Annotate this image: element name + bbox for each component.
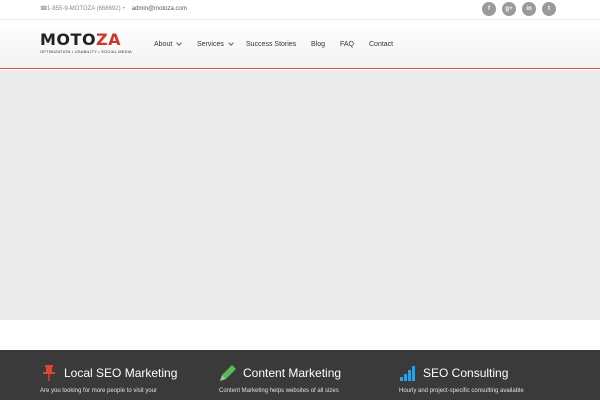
features-strip: Local SEO Marketing Are you looking for …: [0, 350, 600, 400]
linkedin-icon[interactable]: in: [522, 2, 536, 16]
feature-desc: Are you looking for more people to visit…: [40, 388, 158, 394]
feature-seo-consulting[interactable]: SEO Consulting Hourly and project-specif…: [399, 364, 524, 400]
logo-wordmark: MOTOZA: [40, 30, 122, 49]
nav-item-blog[interactable]: Blog: [311, 41, 325, 48]
contact-info: ☎ 1-855-9-MOTOZA (668692) • admin@motoza…: [40, 5, 187, 13]
nav-item-faq[interactable]: FAQ: [340, 41, 354, 48]
facebook-icon[interactable]: f: [482, 2, 496, 16]
social-links: f g+ in t: [482, 2, 556, 16]
feature-title: Local SEO Marketing: [64, 366, 178, 380]
feature-desc: Content Marketing helps websites of all …: [219, 388, 339, 394]
nav-item-success-stories[interactable]: Success Stories: [246, 41, 296, 48]
chevron-down-icon: [176, 40, 183, 46]
phone-icon: ☎: [40, 6, 48, 12]
hero-banner: [0, 70, 600, 320]
nav-item-contact[interactable]: Contact: [369, 41, 393, 48]
site-logo[interactable]: MOTOZA OPTIMIZATION • USABILITY • SOCIAL…: [40, 30, 140, 55]
feature-content-marketing[interactable]: Content Marketing Content Marketing help…: [219, 364, 341, 400]
site-header: MOTOZA OPTIMIZATION • USABILITY • SOCIAL…: [0, 19, 600, 69]
feature-local-seo[interactable]: Local SEO Marketing Are you looking for …: [40, 364, 177, 400]
pushpin-icon: [43, 365, 55, 381]
phone-number[interactable]: 1-855-9-MOTOZA (668692): [47, 6, 121, 12]
logo-tagline: OPTIMIZATION • USABILITY • SOCIAL MEDIA: [40, 49, 132, 54]
feature-title: SEO Consulting: [423, 366, 509, 380]
bar-chart-icon: [400, 366, 415, 381]
twitter-icon[interactable]: t: [542, 2, 556, 16]
chevron-down-icon: [228, 40, 234, 46]
nav-item-about[interactable]: About: [154, 40, 183, 48]
feature-desc: Hourly and project-specific consulting a…: [399, 388, 524, 394]
feature-title: Content Marketing: [243, 366, 342, 380]
google-plus-icon[interactable]: g+: [502, 2, 516, 16]
nav-item-services[interactable]: Services: [197, 40, 234, 48]
pencil-icon: [220, 365, 236, 381]
email-link[interactable]: admin@motoza.com: [132, 6, 187, 12]
top-bar: ☎ 1-855-9-MOTOZA (668692) • admin@motoza…: [0, 0, 600, 19]
separator: •: [122, 5, 125, 12]
